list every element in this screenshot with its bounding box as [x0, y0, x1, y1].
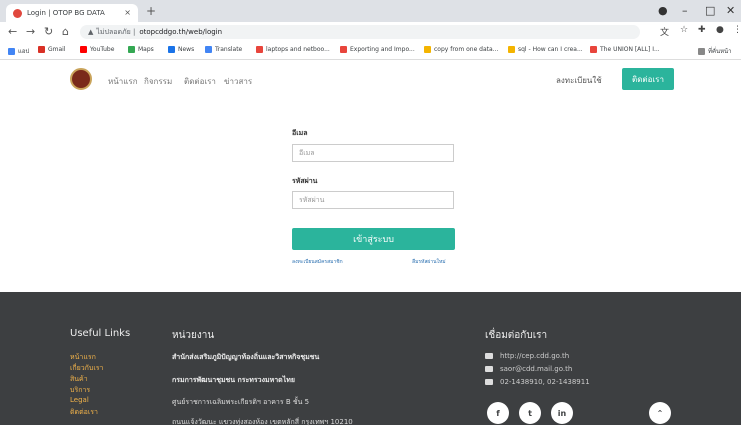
footer-link-about[interactable]: เกี่ยวกับเรา	[70, 363, 103, 374]
contact-website[interactable]: http://cep.cdd.go.th	[485, 352, 569, 360]
home-icon[interactable]: ⌂	[62, 25, 69, 38]
bookmark-favicon-icon	[424, 46, 431, 53]
close-window-icon[interactable]: ✕	[726, 4, 735, 17]
email-label: อีเมล	[292, 129, 308, 137]
bookmark-gmail[interactable]: Gmail	[38, 46, 66, 53]
translate-bookmark-icon	[205, 46, 212, 53]
folder-icon	[698, 47, 705, 55]
bookmark-favicon-icon	[590, 46, 597, 53]
bookmark-union[interactable]: The UNION [ALL] I...	[590, 46, 660, 53]
agency-line: ศูนย์ราชการเฉลิมพระเกียรติฯ อาคาร B ชั้น…	[172, 398, 310, 406]
contact-email[interactable]: saor@cdd.mail.go.th	[485, 365, 572, 373]
new-tab-button[interactable]: +	[146, 4, 156, 18]
nav-activities[interactable]: กิจกรรม	[144, 75, 172, 88]
url-bar[interactable]: ▲ ไม่ปลอดภัย | otopcddgo.th/web/login	[80, 25, 640, 39]
agency-title: หน่วยงาน	[172, 330, 215, 341]
bookmark-copy[interactable]: copy from one data...	[424, 46, 498, 53]
register-link[interactable]: ลงทะเบียนใช้	[556, 74, 602, 87]
forward-icon[interactable]: →	[26, 25, 35, 38]
site-favicon-icon	[13, 8, 22, 18]
footer-link-products[interactable]: สินค้า	[70, 374, 88, 385]
browser-tab[interactable]: Login | OTOP BG DATA ×	[6, 4, 138, 22]
url-text: otopcddgo.th/web/login	[139, 28, 223, 36]
linkedin-icon[interactable]: in	[551, 402, 573, 424]
site-footer: Useful Links หน้าแรก เกี่ยวกับเรา สินค้า…	[0, 292, 741, 426]
translate-icon[interactable]: 文	[660, 25, 669, 38]
youtube-icon	[80, 46, 87, 53]
bookmark-favicon-icon	[340, 46, 347, 53]
account-icon[interactable]: ●	[716, 25, 724, 35]
bookmark-youtube[interactable]: YouTube	[80, 46, 114, 53]
nav-home[interactable]: หน้าแรก	[108, 75, 138, 88]
bookmark-star-icon[interactable]: ☆	[680, 25, 688, 35]
footer-link-legal[interactable]: Legal	[70, 396, 89, 404]
mail-icon	[485, 366, 493, 372]
close-tab-icon[interactable]: ×	[124, 8, 131, 17]
address-bar-row: ← → ↻ ⌂ ▲ ไม่ปลอดภัย | otopcddgo.th/web/…	[0, 22, 741, 42]
profile-icon[interactable]: ●	[658, 4, 668, 17]
footer-link-contact[interactable]: ติดต่อเรา	[70, 407, 98, 418]
nav-contact[interactable]: ติดต่อเรา	[184, 75, 216, 88]
bookmark-sql[interactable]: sql - How can I crea...	[508, 46, 583, 53]
news-icon	[168, 46, 175, 53]
browser-tab-bar: Login | OTOP BG DATA × + ● – □ ✕	[0, 0, 741, 22]
bookmark-favicon-icon	[256, 46, 263, 53]
bookmark-exporting[interactable]: Exporting and Impo...	[340, 46, 415, 53]
scroll-top-icon[interactable]: ⌃	[649, 402, 671, 424]
bookmark-apps[interactable]: แอป	[8, 46, 29, 56]
twitter-icon[interactable]: t	[519, 402, 541, 424]
bookmark-laptops[interactable]: laptops and netboo...	[256, 46, 330, 53]
maximize-icon[interactable]: □	[705, 4, 715, 17]
login-form: อีเมล อีเมล รหัสผ่าน รหัสผ่าน เข้าสู่ระบ…	[0, 100, 741, 292]
login-button[interactable]: เข้าสู่ระบบ	[292, 228, 455, 250]
bookmark-other[interactable]: ที่คั่นหน้า	[698, 46, 732, 56]
minimize-icon[interactable]: –	[682, 4, 688, 17]
warning-icon: ▲	[88, 28, 94, 36]
footer-link-home[interactable]: หน้าแรก	[70, 352, 96, 363]
bookmark-favicon-icon	[508, 46, 515, 53]
otop-logo[interactable]	[70, 68, 92, 90]
useful-links-title: Useful Links	[70, 328, 131, 339]
agency-line: สำนักส่งเสริมภูมิปัญญาท้องถิ่นและวิสาหกิ…	[172, 353, 320, 361]
password-field[interactable]: รหัสผ่าน	[292, 191, 454, 209]
chat-icon	[485, 353, 493, 359]
extensions-icon[interactable]: ✚	[698, 25, 706, 35]
facebook-icon[interactable]: f	[487, 402, 509, 424]
password-label: รหัสผ่าน	[292, 177, 318, 185]
signup-link[interactable]: ลงทะเบียนสมัครสมาชิก	[292, 258, 343, 266]
url-security-label: ไม่ปลอดภัย |	[96, 27, 136, 36]
apps-icon	[8, 47, 15, 55]
contact-button[interactable]: ติดต่อเรา	[622, 68, 674, 90]
tab-title: Login | OTOP BG DATA	[27, 9, 105, 17]
site-header: หน้าแรก กิจกรรม ติดต่อเรา ข่าวสาร ลงทะเบ…	[0, 60, 741, 100]
menu-icon[interactable]: ⋮	[733, 25, 741, 35]
phone-icon	[485, 379, 493, 385]
reload-icon[interactable]: ↻	[44, 25, 53, 38]
bookmark-news[interactable]: News	[168, 46, 194, 53]
nav-news[interactable]: ข่าวสาร	[224, 75, 252, 88]
gmail-icon	[38, 46, 45, 53]
contact-phone: 02-1438910, 02-1438911	[485, 378, 590, 386]
forgot-password-link[interactable]: ลืมรหัสผ่านใหม่	[412, 258, 446, 266]
email-field[interactable]: อีเมล	[292, 144, 454, 162]
bookmark-maps[interactable]: Maps	[128, 46, 154, 53]
maps-icon	[128, 46, 135, 53]
footer-link-services[interactable]: บริการ	[70, 385, 90, 396]
agency-line: กรมการพัฒนาชุมชน กระทรวงมหาดไทย	[172, 376, 295, 384]
bookmark-translate[interactable]: Translate	[205, 46, 242, 53]
contact-title: เชื่อมต่อกับเรา	[485, 330, 548, 341]
back-icon[interactable]: ←	[8, 25, 17, 38]
bookmarks-bar: แอป Gmail YouTube Maps News Translate la…	[0, 42, 741, 60]
agency-line: ถนนแจ้งวัฒนะ แขวงทุ่งสองห้อง เขตหลักสี่ …	[172, 418, 353, 426]
